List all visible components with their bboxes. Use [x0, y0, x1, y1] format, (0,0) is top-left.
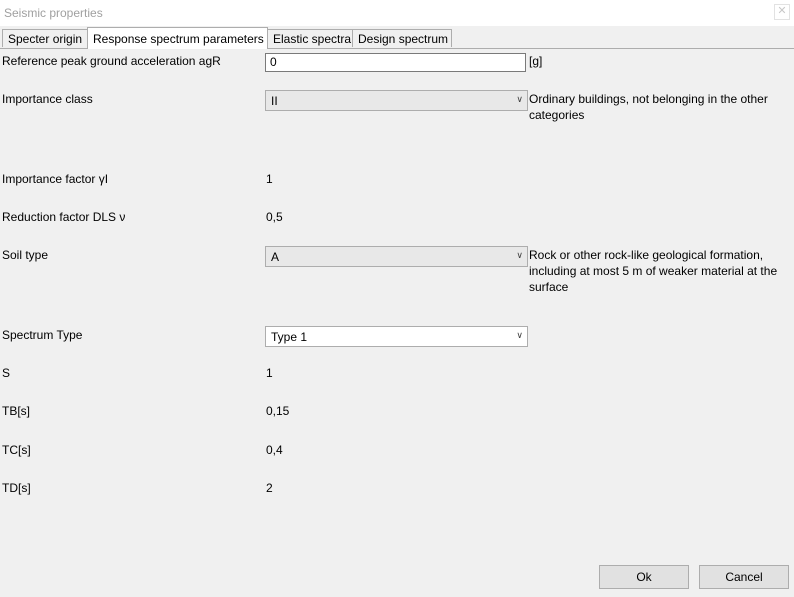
title-bar: Seismic properties ✕ — [0, 0, 794, 26]
tab-content-panel: Reference peak ground acceleration agR 0… — [0, 49, 794, 597]
chevron-down-icon: ∨ — [516, 94, 523, 104]
spectrum-type-selected: Type 1 — [271, 330, 308, 344]
agr-input[interactable]: 0 — [265, 53, 526, 72]
importance-factor-value: 1 — [266, 172, 273, 186]
chevron-down-icon: ∨ — [516, 330, 523, 340]
tc-value: 0,4 — [266, 443, 283, 457]
seismic-properties-dialog: Seismic properties ✕ Specter origin Resp… — [0, 0, 794, 597]
chevron-down-icon: ∨ — [516, 250, 523, 260]
tab-specter-origin[interactable]: Specter origin — [2, 29, 88, 47]
importance-class-select[interactable]: II ∨ — [265, 90, 528, 111]
importance-class-label: Importance class — [2, 92, 93, 106]
s-value: 1 — [266, 366, 273, 380]
tab-response-spectrum-parameters[interactable]: Response spectrum parameters — [87, 27, 268, 49]
td-value: 2 — [266, 481, 273, 495]
soil-type-selected: A — [271, 250, 280, 264]
soil-type-label: Soil type — [2, 248, 49, 262]
tb-value: 0,15 — [266, 404, 290, 418]
close-icon[interactable]: ✕ — [774, 4, 790, 20]
s-label: S — [2, 366, 11, 380]
importance-class-description: Ordinary buildings, not belonging in the… — [529, 92, 768, 122]
soil-type-description: Rock or other rock-like geological forma… — [529, 248, 778, 294]
spectrum-type-label: Spectrum Type — [2, 328, 83, 342]
tb-label: TB[s] — [2, 404, 31, 418]
tab-elastic-spectra[interactable]: Elastic spectra — [267, 29, 353, 47]
tab-strip: Specter origin Response spectrum paramet… — [0, 27, 794, 49]
window-title: Seismic properties — [4, 6, 103, 20]
tc-label: TC[s] — [2, 443, 31, 457]
cancel-button[interactable]: Cancel — [699, 565, 789, 589]
reduction-factor-label: Reduction factor DLS ν — [2, 210, 126, 224]
soil-type-select[interactable]: A ∨ — [265, 246, 528, 267]
ok-button[interactable]: Ok — [599, 565, 689, 589]
reduction-factor-value: 0,5 — [266, 210, 283, 224]
importance-factor-label: Importance factor γI — [2, 172, 109, 186]
agr-unit: [g] — [529, 54, 543, 68]
td-label: TD[s] — [2, 481, 31, 495]
agr-label: Reference peak ground acceleration agR — [2, 54, 221, 68]
spectrum-type-select[interactable]: Type 1 ∨ — [265, 326, 528, 347]
tab-design-spectrum[interactable]: Design spectrum — [352, 29, 452, 47]
importance-class-selected: II — [271, 94, 278, 108]
